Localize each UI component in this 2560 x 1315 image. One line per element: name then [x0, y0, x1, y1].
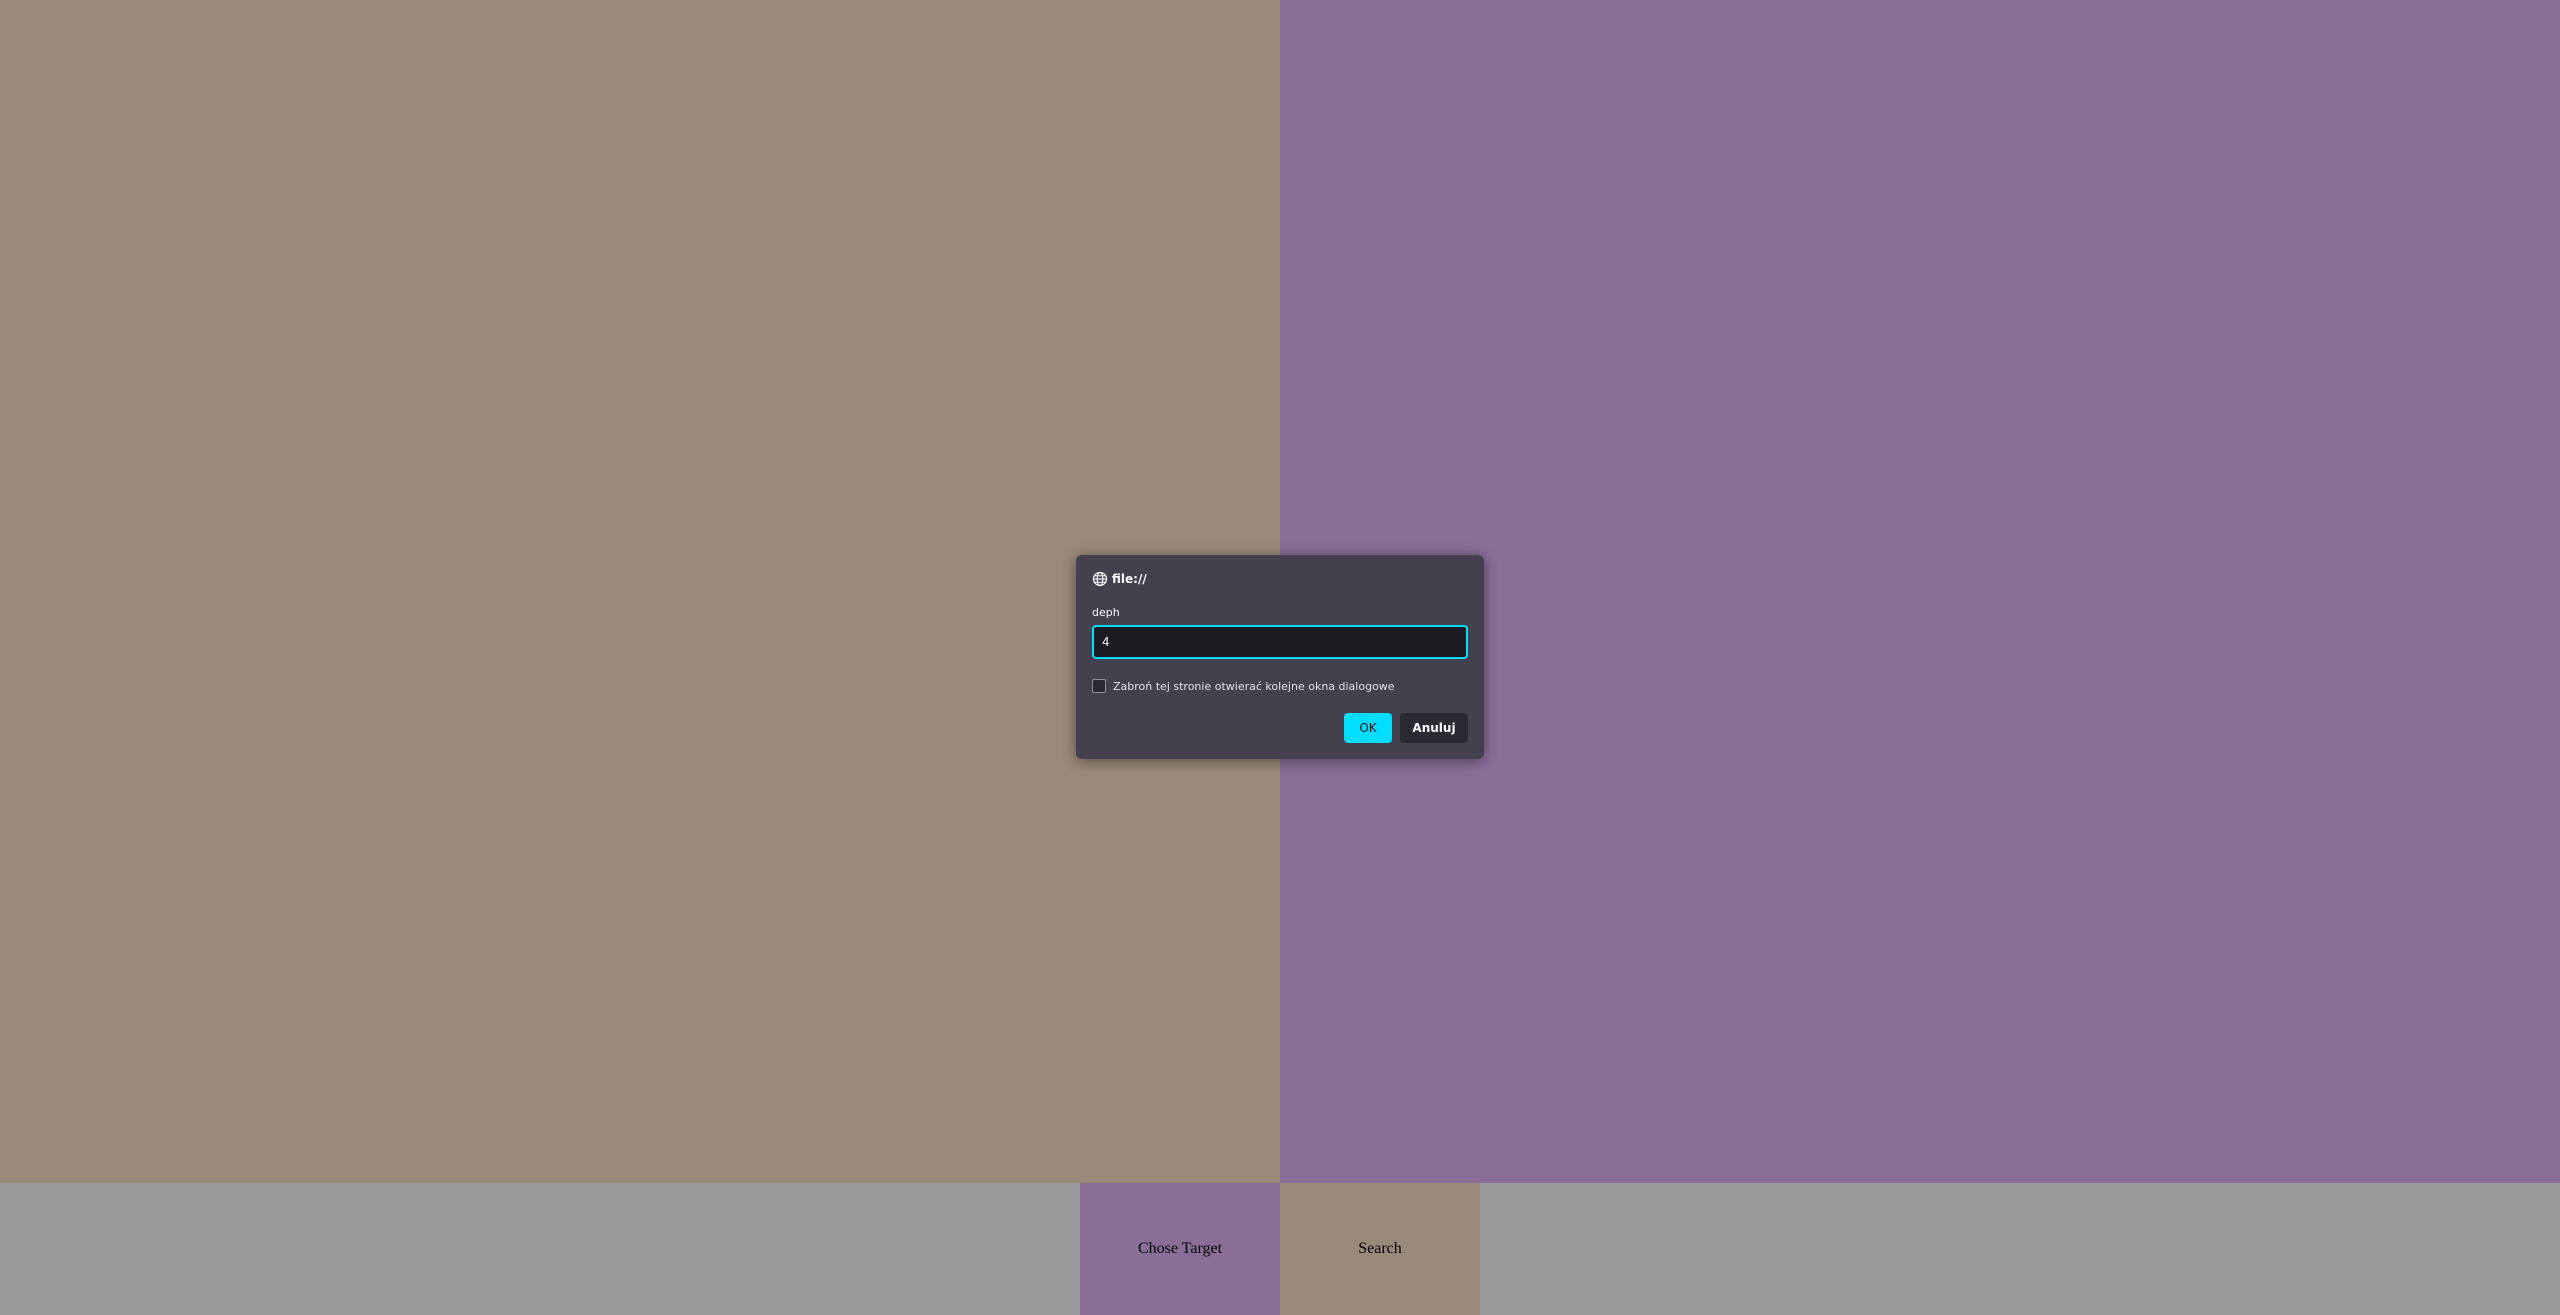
- page: Chose Target Search file:// deph Zabroń …: [0, 0, 2560, 1315]
- suppress-dialogs-label[interactable]: Zabroń tej stronie otwierać kolejne okna…: [1113, 680, 1395, 693]
- dialog-title: file://: [1112, 572, 1147, 586]
- globe-icon: [1092, 571, 1108, 587]
- chose-target-button[interactable]: Chose Target: [1080, 1183, 1280, 1315]
- dialog-header: file://: [1092, 570, 1147, 588]
- cancel-button[interactable]: Anuluj: [1400, 713, 1468, 743]
- bottom-toolbar: Chose Target Search: [0, 1183, 2560, 1315]
- suppress-dialogs-option[interactable]: Zabroń tej stronie otwierać kolejne okna…: [1092, 679, 1395, 693]
- prompt-label: deph: [1092, 606, 1120, 619]
- suppress-dialogs-checkbox[interactable]: [1092, 679, 1106, 693]
- search-button[interactable]: Search: [1280, 1183, 1480, 1315]
- prompt-input[interactable]: [1092, 625, 1468, 659]
- ok-button[interactable]: OK: [1344, 713, 1392, 743]
- prompt-dialog: file:// deph Zabroń tej stronie otwierać…: [1076, 555, 1484, 759]
